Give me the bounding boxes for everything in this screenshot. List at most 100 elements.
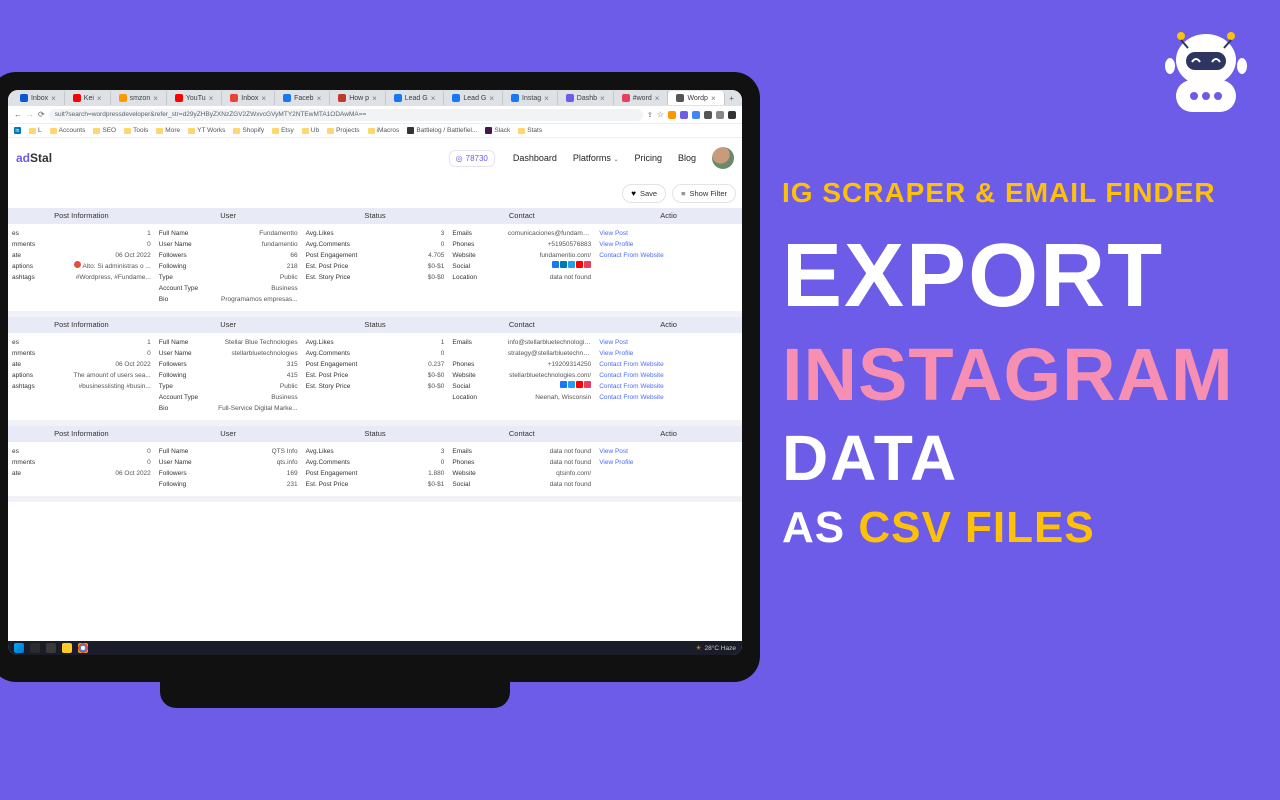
taskbar-taskview-icon[interactable] xyxy=(46,643,56,653)
browser-tab[interactable]: How p× xyxy=(330,91,386,105)
ext-icon[interactable] xyxy=(692,111,700,119)
browser-tab[interactable]: Inbox× xyxy=(222,91,275,105)
ext-icon[interactable] xyxy=(668,111,676,119)
bookmark-item[interactable]: iMacros xyxy=(368,127,400,134)
nav-blog[interactable]: Blog xyxy=(678,153,696,163)
browser-tab[interactable]: Inbox× xyxy=(12,91,65,105)
bookmark-item[interactable]: YT Works xyxy=(188,127,225,134)
nav-pricing[interactable]: Pricing xyxy=(634,153,662,163)
bookmark-item[interactable]: Tools xyxy=(124,127,148,134)
bookmark-item[interactable]: in xyxy=(14,127,21,134)
close-icon[interactable]: × xyxy=(431,94,436,103)
nav-forward-icon[interactable]: → xyxy=(26,110,34,119)
taskbar-search-icon[interactable] xyxy=(30,643,40,653)
social-icon[interactable] xyxy=(568,381,575,388)
new-tab-button[interactable]: + xyxy=(725,94,739,103)
browser-tab[interactable]: Lead G× xyxy=(444,91,503,105)
kv-pair: Full NameStellar Blue Technologies xyxy=(159,337,298,348)
social-icon[interactable] xyxy=(568,261,575,268)
start-button[interactable] xyxy=(14,643,24,653)
close-icon[interactable]: × xyxy=(97,94,102,103)
action-link[interactable]: Contact From Website xyxy=(599,250,664,261)
bookmark-item[interactable]: Shopify xyxy=(233,127,264,134)
close-icon[interactable]: × xyxy=(711,94,716,103)
action-link[interactable]: Contact From Website xyxy=(599,359,664,370)
browser-tab[interactable]: Wordp× xyxy=(668,91,724,105)
browser-tab[interactable]: Dashb× xyxy=(558,91,614,105)
column-header: Status xyxy=(302,426,449,442)
bookmark-item[interactable]: Battlelog / Battlefiel... xyxy=(407,127,477,134)
taskbar-chrome-icon[interactable] xyxy=(78,643,88,653)
social-icon[interactable] xyxy=(552,261,559,268)
close-icon[interactable]: × xyxy=(317,94,322,103)
social-icon[interactable] xyxy=(576,381,583,388)
action-link[interactable]: View Profile xyxy=(599,348,633,359)
action-link[interactable]: View Post xyxy=(599,228,628,239)
col-user: Full NameQTS InfoUser Nameqts.infoFollow… xyxy=(155,446,302,490)
social-icon[interactable] xyxy=(584,261,591,268)
close-icon[interactable]: × xyxy=(489,94,494,103)
browser-tab[interactable]: Instag× xyxy=(503,91,558,105)
table-row: es1mments0ate06 Oct 2022aptionsAlto: Si … xyxy=(8,224,742,311)
close-icon[interactable]: × xyxy=(153,94,158,103)
close-icon[interactable]: × xyxy=(261,94,266,103)
close-icon[interactable]: × xyxy=(51,94,56,103)
action-link[interactable]: View Post xyxy=(599,337,628,348)
logo[interactable]: adStal xyxy=(16,151,52,165)
browser-tab[interactable]: Lead G× xyxy=(386,91,445,105)
bookmark-item[interactable]: Slack xyxy=(485,127,510,134)
ext-icon[interactable] xyxy=(680,111,688,119)
social-icon[interactable] xyxy=(576,261,583,268)
action-link[interactable]: View Profile xyxy=(599,457,633,468)
url-input[interactable]: sult?search=wordpressdeveloper&refer_str… xyxy=(49,109,643,121)
social-icon[interactable] xyxy=(560,261,567,268)
credits-badge[interactable]: ◎ 78730 xyxy=(449,150,495,167)
key: Avg.Likes xyxy=(306,228,334,239)
nav-back-icon[interactable]: ← xyxy=(14,110,22,119)
show-filter-button[interactable]: ≡Show Filter xyxy=(672,184,736,203)
bookmark-item[interactable]: Accounts xyxy=(50,127,86,134)
tab-label: YouTu xyxy=(186,95,206,102)
action-link[interactable]: Contact From Website xyxy=(599,370,664,381)
col-contact: Emailscomunicaciones@fundamen...Phones+5… xyxy=(448,228,595,305)
ext-icon[interactable] xyxy=(716,111,724,119)
browser-tab[interactable]: smzon× xyxy=(111,91,167,105)
browser-tab[interactable]: #word× xyxy=(614,91,669,105)
action-link[interactable]: View Profile xyxy=(599,239,633,250)
close-icon[interactable]: × xyxy=(655,94,660,103)
folder-icon xyxy=(50,128,57,134)
value: 1 xyxy=(147,337,151,348)
bookmark-item[interactable]: Ub xyxy=(302,127,319,134)
star-icon[interactable]: ☆ xyxy=(657,110,664,119)
nav-reload-icon[interactable]: ⟳ xyxy=(38,110,45,119)
nav-platforms[interactable]: Platforms ⌄ xyxy=(573,153,619,163)
close-icon[interactable]: × xyxy=(372,94,377,103)
action-link[interactable]: View Post xyxy=(599,446,628,457)
browser-tab[interactable]: Kei× xyxy=(65,91,111,105)
bookmark-item[interactable]: Projects xyxy=(327,127,359,134)
close-icon[interactable]: × xyxy=(544,94,549,103)
ext-icon[interactable] xyxy=(728,111,736,119)
bookmark-item[interactable]: L xyxy=(29,127,42,134)
action-link[interactable]: Contact From Website xyxy=(599,392,664,403)
taskbar-explorer-icon[interactable] xyxy=(62,643,72,653)
avatar[interactable] xyxy=(712,147,734,169)
share-icon[interactable]: ⇪ xyxy=(647,111,653,119)
kv-pair: Emailsinfo@stellarbluetechnologies... xyxy=(452,337,591,348)
bookmark-item[interactable]: SEO xyxy=(93,127,116,134)
bookmark-item[interactable]: More xyxy=(156,127,180,134)
bookmark-item[interactable]: Stats xyxy=(518,127,542,134)
social-icon[interactable] xyxy=(560,381,567,388)
action-link[interactable]: Contact From Website xyxy=(599,381,664,392)
weather-widget[interactable]: ☀ 28°C Haze xyxy=(696,644,736,652)
browser-tab[interactable]: YouTu× xyxy=(167,91,222,105)
close-icon[interactable]: × xyxy=(600,94,605,103)
close-icon[interactable]: × xyxy=(209,94,214,103)
key: Avg.Comments xyxy=(306,239,350,250)
nav-dashboard[interactable]: Dashboard xyxy=(513,153,557,163)
browser-tab[interactable]: Faceb× xyxy=(275,91,330,105)
social-icon[interactable] xyxy=(584,381,591,388)
save-button[interactable]: ♥Save xyxy=(622,184,666,203)
bookmark-item[interactable]: Etsy xyxy=(272,127,294,134)
ext-icon[interactable] xyxy=(704,111,712,119)
